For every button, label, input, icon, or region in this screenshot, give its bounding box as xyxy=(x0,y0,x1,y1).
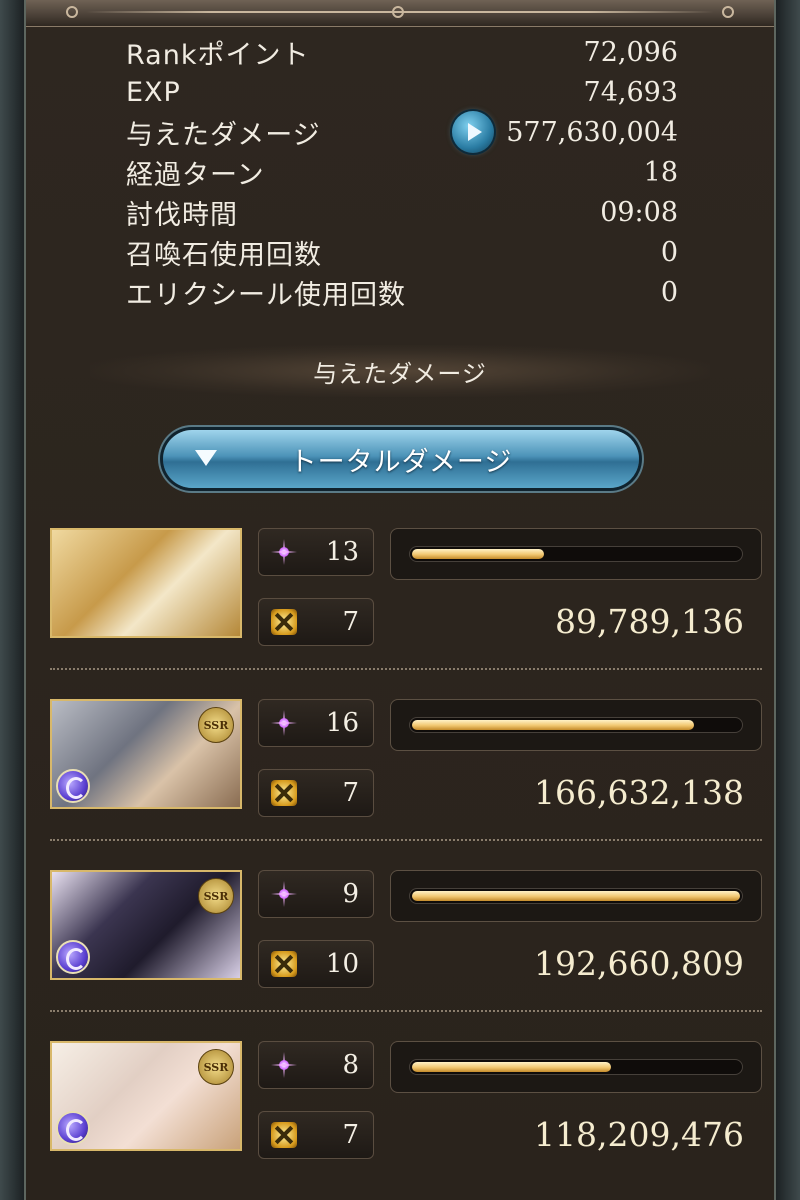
stat-value: 09:08 xyxy=(600,196,678,228)
damage-bar-fill xyxy=(412,720,694,730)
stat-exp: EXP 74,693 xyxy=(126,72,678,112)
crit-counter: 16 xyxy=(258,699,374,747)
character-portrait[interactable]: SSR xyxy=(50,1041,242,1151)
stat-elixir-uses: エリクシール使用回数 0 xyxy=(126,272,678,312)
character-portrait[interactable]: SSR xyxy=(50,870,242,980)
stat-damage-dealt: 与えたダメージ 577,630,004 xyxy=(126,111,678,153)
damage-bar xyxy=(390,699,762,751)
crit-counter: 9 xyxy=(258,870,374,918)
damage-total: 192,660,809 xyxy=(534,944,744,983)
row-divider xyxy=(50,668,762,670)
damage-type-dropdown[interactable]: トータルダメージ xyxy=(163,430,639,488)
crossed-swords-icon xyxy=(271,951,297,977)
character-row: 13 7 89,789,136 xyxy=(50,528,762,658)
dropdown-label: トータルダメージ xyxy=(289,446,513,478)
damage-total: 118,209,476 xyxy=(534,1115,744,1154)
stat-value: 0 xyxy=(660,276,678,308)
crit-counter: 13 xyxy=(258,528,374,576)
ougi-count: 7 xyxy=(342,607,359,637)
sparkle-icon xyxy=(271,539,297,565)
stat-turns: 経過ターン 18 xyxy=(126,152,678,192)
sparkle-icon xyxy=(271,881,297,907)
ougi-counter: 7 xyxy=(258,598,374,646)
character-row: SSR 9 10 192,660,809 xyxy=(50,870,762,1000)
ougi-count: 7 xyxy=(342,1120,359,1150)
row-divider xyxy=(50,1010,762,1012)
stat-value: 72,096 xyxy=(583,36,678,68)
damage-bar-fill xyxy=(412,1062,611,1072)
damage-total: 166,632,138 xyxy=(534,773,744,812)
portrait-art xyxy=(52,530,240,636)
stat-label: EXP xyxy=(126,76,181,108)
damage-bar-fill xyxy=(412,891,740,901)
battle-stats: Rankポイント 72,096 EXP 74,693 与えたダメージ 577,6… xyxy=(126,32,678,312)
ssr-badge: SSR xyxy=(198,1049,234,1085)
crit-counter: 8 xyxy=(258,1041,374,1089)
damage-bar-fill xyxy=(412,549,545,559)
ougi-counter: 10 xyxy=(258,940,374,988)
stat-label: エリクシール使用回数 xyxy=(126,279,406,311)
crossed-swords-icon xyxy=(271,609,297,635)
stat-label: 召喚石使用回数 xyxy=(126,239,322,271)
ssr-badge: SSR xyxy=(198,878,234,914)
damage-detail-play-button[interactable] xyxy=(452,111,495,153)
character-portrait[interactable] xyxy=(50,528,242,638)
crit-count: 13 xyxy=(325,537,359,567)
stat-rank-points: Rankポイント 72,096 xyxy=(126,32,678,72)
stat-time: 討伐時間 09:08 xyxy=(126,192,678,232)
stat-value: 18 xyxy=(643,156,678,188)
stat-summon-uses: 召喚石使用回数 0 xyxy=(126,232,678,272)
character-row: SSR 16 7 166,632,138 xyxy=(50,699,762,829)
row-divider xyxy=(50,839,762,841)
ougi-count: 7 xyxy=(342,778,359,808)
right-frame xyxy=(774,0,800,1200)
crit-count: 9 xyxy=(342,879,359,909)
section-title: 与えたダメージ xyxy=(313,359,487,388)
sparkle-icon xyxy=(271,710,297,736)
character-row: SSR 8 7 118,209,476 xyxy=(50,1041,762,1171)
ougi-counter: 7 xyxy=(258,769,374,817)
stat-value: 0 xyxy=(660,236,678,268)
crit-count: 8 xyxy=(342,1050,359,1080)
crossed-swords-icon xyxy=(271,780,297,806)
damage-total: 89,789,136 xyxy=(555,602,744,641)
stat-label: Rankポイント xyxy=(126,39,310,71)
stat-value: 74,693 xyxy=(583,76,678,108)
stat-label: 討伐時間 xyxy=(126,199,238,231)
dropdown-arrow-icon xyxy=(195,450,217,466)
stat-value: 577,630,004 xyxy=(506,116,678,148)
stat-label: 与えたダメージ xyxy=(126,119,321,151)
crossed-swords-icon xyxy=(271,1122,297,1148)
sparkle-icon xyxy=(271,1052,297,1078)
dark-element-icon xyxy=(56,1111,90,1145)
ssr-badge: SSR xyxy=(198,707,234,743)
damage-bar xyxy=(390,870,762,922)
section-header: 与えたダメージ xyxy=(90,345,710,397)
damage-bar xyxy=(390,1041,762,1093)
dark-element-icon xyxy=(56,769,90,803)
crit-count: 16 xyxy=(325,708,359,738)
damage-bar xyxy=(390,528,762,580)
ougi-counter: 7 xyxy=(258,1111,374,1159)
character-portrait[interactable]: SSR xyxy=(50,699,242,809)
dark-element-icon xyxy=(56,940,90,974)
left-frame xyxy=(0,0,26,1200)
stat-label: 経過ターン xyxy=(126,159,265,191)
top-ornament xyxy=(26,0,774,27)
ougi-count: 10 xyxy=(325,949,359,979)
